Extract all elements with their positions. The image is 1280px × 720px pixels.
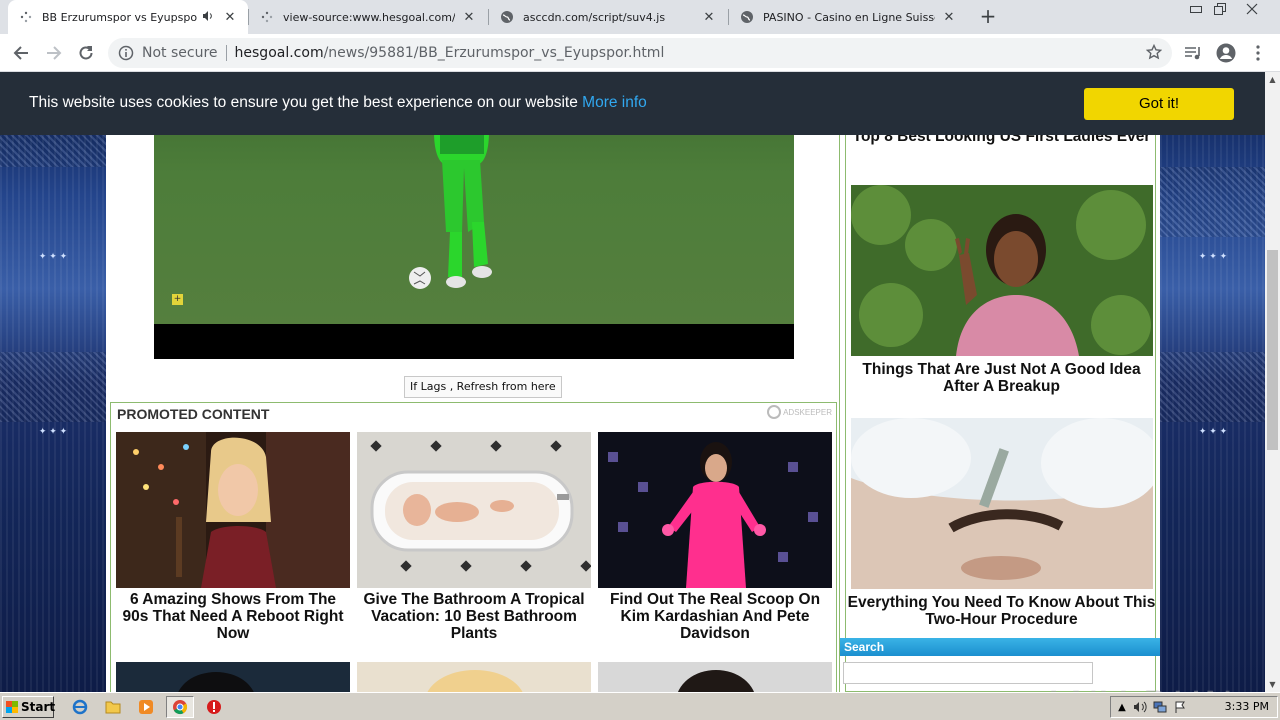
- search-heading: Search: [840, 638, 1160, 656]
- globe-icon: [739, 9, 755, 25]
- stop-sign-icon[interactable]: [204, 697, 224, 717]
- globe-icon: [499, 9, 515, 25]
- main-content: + If Lags , Refresh from here PROMOTED C…: [106, 72, 1160, 692]
- speaker-icon[interactable]: [202, 10, 216, 25]
- scroll-thumb[interactable]: [1267, 250, 1278, 450]
- scroll-down-arrow-icon[interactable]: ▼: [1265, 677, 1280, 692]
- taskbar-clock[interactable]: 3:33 PM: [1225, 700, 1269, 713]
- tab-pasino[interactable]: PASINO - Casino en Ligne Suisse - Su ✕: [729, 0, 967, 34]
- start-label: Start: [21, 700, 56, 714]
- tray-expand-icon[interactable]: ▲: [1115, 700, 1129, 714]
- new-tab-button[interactable]: +: [977, 5, 999, 27]
- search-input[interactable]: [843, 662, 1093, 684]
- loading-favicon-icon: [259, 9, 275, 25]
- promo-image: [116, 662, 350, 692]
- promo-card[interactable]: [598, 662, 832, 692]
- promo-image: [598, 432, 832, 588]
- forward-button[interactable]: [42, 41, 66, 65]
- promo-card[interactable]: [357, 662, 591, 692]
- promo-caption[interactable]: 6 Amazing Shows From The 90s That Need A…: [116, 591, 350, 642]
- scroll-up-arrow-icon[interactable]: ▲: [1265, 72, 1280, 87]
- adskeeper-logo[interactable]: ADSKEEPER: [767, 405, 832, 419]
- tab-title: asccdn.com/script/suv4.js: [523, 10, 666, 24]
- sidebar-caption[interactable]: Things That Are Just Not A Good Idea Aft…: [846, 361, 1157, 395]
- minimize-button[interactable]: [1186, 2, 1206, 16]
- info-icon[interactable]: [118, 45, 136, 61]
- stadium-background-right: ✦ ✦ ✦ ✦ ✦ ✦: [1160, 72, 1265, 692]
- tab-view-source[interactable]: view-source:www.hesgoal.com/new ✕: [249, 0, 487, 34]
- promo-image: [357, 432, 591, 588]
- anyrun-watermark: ANY RUN: [1040, 684, 1235, 692]
- promo-caption[interactable]: Give The Bathroom A Tropical Vacation: 1…: [357, 591, 591, 642]
- back-button[interactable]: [9, 41, 33, 65]
- promoted-content: PROMOTED CONTENT ADSKEEPER 6 Amazing Sho…: [110, 402, 837, 692]
- divider: [225, 45, 227, 61]
- promo-caption[interactable]: Find Out The Real Scoop On Kim Kardashia…: [598, 591, 832, 642]
- flag-icon[interactable]: [1173, 700, 1187, 714]
- tab-asccdn[interactable]: asccdn.com/script/suv4.js ✕: [489, 0, 727, 34]
- cookie-message: This website uses cookies to ensure you …: [29, 94, 647, 112]
- url-path: /news/95881/BB_Erzurumspor_vs_Eyupspor.h…: [323, 45, 665, 61]
- system-tray: ▲ 3:33 PM: [1110, 696, 1278, 718]
- network-icon[interactable]: [1153, 700, 1167, 714]
- sidebar-image[interactable]: [851, 418, 1153, 589]
- window-close-button[interactable]: [1242, 2, 1262, 16]
- promo-card[interactable]: Find Out The Real Scoop On Kim Kardashia…: [598, 432, 832, 642]
- refresh-player-button[interactable]: If Lags , Refresh from here: [404, 376, 562, 398]
- promo-image: [116, 432, 350, 588]
- media-control-icon[interactable]: [1182, 42, 1204, 64]
- chrome-taskbar-icon[interactable]: [166, 696, 194, 718]
- tab-title: BB Erzurumspor vs Eyupspor - H: [42, 10, 198, 24]
- adskeeper-label: ADSKEEPER: [783, 407, 832, 417]
- tab-title: PASINO - Casino en Ligne Suisse - Su: [763, 10, 935, 24]
- media-player-icon[interactable]: [136, 697, 156, 717]
- close-tab-icon[interactable]: ✕: [941, 10, 957, 25]
- close-tab-icon[interactable]: ✕: [461, 10, 477, 25]
- tab-hesgoal[interactable]: BB Erzurumspor vs Eyupspor - H ✕: [8, 0, 248, 34]
- menu-kebab-icon[interactable]: [1247, 42, 1269, 64]
- windows-logo-icon: [6, 701, 18, 713]
- volume-icon[interactable]: [1133, 700, 1147, 714]
- cookie-banner: This website uses cookies to ensure you …: [0, 72, 1265, 135]
- sidebar-image[interactable]: [851, 185, 1153, 356]
- loading-favicon-icon: [18, 9, 34, 25]
- restore-button[interactable]: [1210, 2, 1230, 16]
- right-sidebar: Top 8 Best Looking US First Ladies Ever …: [839, 72, 1160, 692]
- file-explorer-icon[interactable]: [103, 697, 123, 717]
- promo-card[interactable]: [116, 662, 350, 692]
- close-tab-icon[interactable]: ✕: [222, 10, 238, 25]
- browser-toolbar: Not secure hesgoal.com/news/95881/BB_Erz…: [0, 34, 1280, 72]
- page-scrollbar[interactable]: ▲ ▼: [1265, 72, 1280, 692]
- key-icon: [767, 405, 782, 419]
- promo-image: [357, 662, 591, 692]
- cookie-text: This website uses cookies to ensure you …: [29, 94, 578, 111]
- stadium-background-left: ✦ ✦ ✦ ✦ ✦ ✦: [0, 72, 106, 692]
- ad-marker-icon[interactable]: +: [172, 294, 183, 305]
- close-tab-icon[interactable]: ✕: [701, 10, 717, 25]
- promo-image: [598, 662, 832, 692]
- sidebar-caption[interactable]: Everything You Need To Know About This T…: [846, 594, 1157, 628]
- internet-explorer-icon[interactable]: [70, 697, 90, 717]
- cookie-accept-button[interactable]: Got it!: [1084, 88, 1234, 120]
- profile-avatar-icon[interactable]: [1215, 42, 1237, 64]
- promo-card[interactable]: Give The Bathroom A Tropical Vacation: 1…: [357, 432, 591, 642]
- cookie-more-info-link[interactable]: More info: [582, 94, 647, 111]
- promo-title: PROMOTED CONTENT: [117, 406, 270, 422]
- security-status: Not secure: [142, 45, 218, 61]
- tab-title: view-source:www.hesgoal.com/new: [283, 10, 455, 24]
- address-bar[interactable]: Not secure hesgoal.com/news/95881/BB_Erz…: [108, 38, 1172, 68]
- reload-button[interactable]: [74, 41, 98, 65]
- promo-card[interactable]: 6 Amazing Shows From The 90s That Need A…: [116, 432, 350, 642]
- bookmark-star-icon[interactable]: [1145, 43, 1163, 64]
- start-button[interactable]: Start: [2, 696, 56, 718]
- url-host: hesgoal.com: [234, 45, 324, 61]
- tab-strip: BB Erzurumspor vs Eyupspor - H ✕ view-so…: [0, 0, 1280, 34]
- page-viewport: ✦ ✦ ✦ ✦ ✦ ✦ ✦ ✦ ✦ ✦ ✦ ✦ + If Lags , Refr…: [0, 72, 1265, 692]
- windows-taskbar: Start ▲ 3:33 PM: [0, 692, 1280, 720]
